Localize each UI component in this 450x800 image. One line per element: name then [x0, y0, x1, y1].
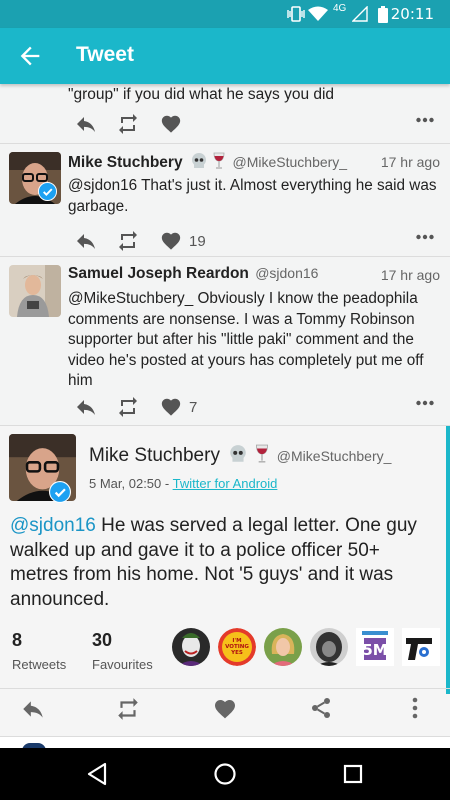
- liker-avatar[interactable]: [264, 628, 302, 666]
- tweet-item[interactable]: Samuel Joseph Reardon @sjdon16 17 hr ago…: [0, 257, 450, 426]
- author-name[interactable]: Mike Stuchbery @MikeStuchbery_: [89, 444, 391, 467]
- retweets-stat[interactable]: 8 Retweets: [12, 630, 66, 672]
- next-tweet-edge: [0, 736, 450, 751]
- retweet-icon[interactable]: [115, 696, 141, 722]
- liker-avatar[interactable]: 5M: [356, 628, 394, 666]
- like-heart-icon[interactable]: [213, 697, 237, 721]
- tweet-text: @sjdon16 That's just it. Almost everythi…: [68, 177, 437, 215]
- svg-text:5M: 5M: [362, 641, 387, 659]
- app-toolbar: Tweet: [0, 28, 450, 84]
- signal-icon: [352, 6, 368, 22]
- favourites-stat[interactable]: 30 Favourites: [92, 630, 153, 672]
- tweet-item[interactable]: Mike Stuchbery @MikeStuchbery_ 17 hr ago…: [0, 144, 450, 257]
- status-time: 20:11: [390, 5, 434, 23]
- nav-recents-icon[interactable]: [343, 764, 363, 784]
- liker-avatar[interactable]: [310, 628, 348, 666]
- network-type: 4G: [333, 3, 347, 14]
- reply-icon[interactable]: [74, 229, 98, 253]
- retweet-icon[interactable]: [116, 229, 140, 253]
- avatar[interactable]: [9, 265, 61, 317]
- author-name[interactable]: Samuel Joseph Reardon @sjdon16: [68, 265, 318, 283]
- meta-separator: -: [161, 476, 173, 491]
- author-handle: @MikeStuchbery_: [276, 448, 392, 464]
- tweet-actions: [68, 112, 440, 136]
- reply-icon[interactable]: [20, 696, 46, 722]
- like-button[interactable]: 7: [160, 395, 197, 419]
- tweet-actions: 19: [68, 229, 440, 253]
- battery-icon: [378, 6, 388, 23]
- skull-emoji-icon: [191, 153, 206, 168]
- tweet-meta: 5 Mar, 02:50 - Twitter for Android: [89, 476, 277, 491]
- back-arrow-icon[interactable]: [16, 42, 44, 70]
- wifi-icon: [308, 6, 328, 21]
- liker-avatar[interactable]: [172, 628, 210, 666]
- retweet-icon[interactable]: [116, 112, 140, 136]
- liker-avatar[interactable]: [402, 628, 440, 666]
- liker-avatar[interactable]: I'M VOTING YES: [218, 628, 256, 666]
- like-heart-icon: [161, 398, 181, 416]
- tweet-time: 17 hr ago: [380, 267, 440, 283]
- like-heart-icon[interactable]: [160, 112, 182, 136]
- tweet-text: "group" if you did what he says you did: [68, 86, 335, 103]
- reply-icon[interactable]: [74, 112, 98, 136]
- verified-badge-icon: [49, 481, 71, 503]
- tweet-text: @sjdon16 He was served a legal letter. O…: [10, 514, 438, 612]
- retweets-count: 8: [12, 630, 23, 650]
- tweet-date: 5 Mar, 02:50: [89, 476, 162, 491]
- more-options-icon[interactable]: [416, 400, 434, 406]
- vibrate-icon: [287, 6, 305, 22]
- like-heart-icon: [161, 232, 181, 250]
- system-nav-bar: [0, 748, 450, 800]
- like-count: 7: [189, 398, 198, 416]
- tweet-actions: 7: [68, 395, 440, 419]
- more-vertical-icon[interactable]: [411, 697, 419, 719]
- retweets-label: Retweets: [12, 657, 67, 672]
- skull-emoji-icon: [230, 445, 247, 462]
- svg-text:YES: YES: [230, 650, 243, 656]
- like-button[interactable]: 19: [160, 229, 206, 253]
- retweet-icon[interactable]: [116, 395, 140, 419]
- more-options-icon[interactable]: [416, 117, 434, 123]
- mention-link[interactable]: @sjdon16: [10, 515, 96, 536]
- like-count: 19: [189, 232, 206, 250]
- status-bar: 4G 20:11: [0, 0, 450, 28]
- author-name[interactable]: Mike Stuchbery @MikeStuchbery_: [68, 152, 347, 172]
- nav-home-icon[interactable]: [213, 762, 237, 786]
- share-icon[interactable]: [309, 696, 333, 720]
- focus-indicator: [446, 426, 450, 694]
- toolbar-title: Tweet: [76, 43, 134, 66]
- wine-glass-emoji-icon: [255, 444, 268, 463]
- client-link[interactable]: Twitter for Android: [173, 476, 278, 491]
- author-handle: @sjdon16: [255, 265, 319, 281]
- reply-icon[interactable]: [74, 395, 98, 419]
- divider: [0, 688, 450, 689]
- wine-glass-emoji-icon: [213, 152, 225, 169]
- more-options-icon[interactable]: [416, 234, 434, 240]
- partial-tweet[interactable]: "group" if you did what he says you did: [0, 84, 450, 144]
- author-handle: @MikeStuchbery_: [232, 154, 348, 170]
- verified-badge-icon: [38, 182, 57, 201]
- favourites-label: Favourites: [92, 657, 153, 672]
- favourites-count: 30: [92, 630, 113, 650]
- nav-back-icon[interactable]: [86, 762, 108, 786]
- tweet-time: 17 hr ago: [380, 154, 440, 170]
- tweet-text: @MikeStuchbery_ Obviously I know the pea…: [68, 290, 424, 389]
